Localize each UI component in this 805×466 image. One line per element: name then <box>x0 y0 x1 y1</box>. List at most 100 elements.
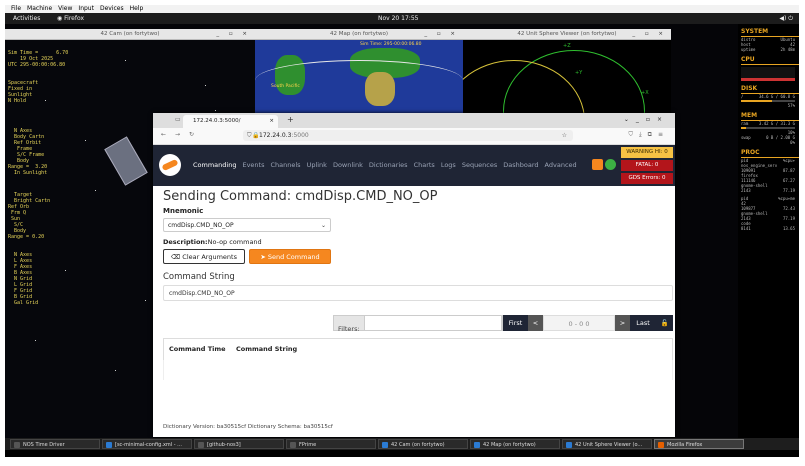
clock[interactable]: Nov 20 17:55 <box>378 13 418 24</box>
taskbar-item[interactable]: [sc-minimal-config.xml - ... <box>102 439 192 449</box>
window-title: 42 Cam (on fortytwo) <box>100 31 160 37</box>
mnemonic-value: cmdDisp.CMD_NO_OP <box>168 222 234 229</box>
browser-tab[interactable]: 172.24.0.3:5000/ × <box>183 115 278 128</box>
taskbar-label: Mozilla Firefox <box>667 442 703 448</box>
nav-events[interactable]: Events <box>242 161 264 169</box>
conky-key: 2143 <box>741 188 751 193</box>
window-controls[interactable]: _ ▫ × <box>216 29 251 39</box>
reload-icon[interactable]: ↻ <box>189 131 194 138</box>
taskbar-label: 42 Cam (on fortytwo) <box>391 442 445 448</box>
vm-menu-machine[interactable]: Machine <box>27 5 52 12</box>
system-tray[interactable]: ◀) ⏻ <box>779 13 793 24</box>
hud-line: UTC 295-00:00:06.80 <box>8 62 66 68</box>
window-controls[interactable]: _ ▫ × <box>424 29 459 39</box>
next-page-button[interactable]: > <box>615 315 630 331</box>
nav-dashboard[interactable]: Dashboard <box>503 161 538 169</box>
conky-value: 2h 48m <box>780 47 795 52</box>
gds-errors-badge: GDS Errors: 0 <box>621 173 673 184</box>
map-pane[interactable]: Sim Time: 295-00:00:06.80 South Pacific <box>255 40 463 118</box>
taskbar-item[interactable]: NOS Time Driver <box>10 439 100 449</box>
send-command-label: Send Command <box>267 253 320 261</box>
nav-charts[interactable]: Charts <box>414 161 435 169</box>
toolbar-icons[interactable]: ⛉⤓⧉≡ <box>629 131 669 139</box>
command-string-field[interactable]: cmdDisp.CMD_NO_OP <box>163 285 673 301</box>
address-bar[interactable]: ⛉ 🔒 172.24.0.3:5000 ☆ <box>243 130 573 141</box>
vm-menu-help[interactable]: Help <box>130 5 144 12</box>
command-buttons: ⌫ Clear Arguments ➤ Send Command <box>163 249 669 264</box>
page-title: Sending Command: cmdDisp.CMD_NO_OP <box>163 189 438 204</box>
warning-hi-badge: WARNING HI: 0 <box>621 147 673 158</box>
nav-advanced[interactable]: Advanced <box>545 161 577 169</box>
window-titlebar-cam[interactable]: 42 Cam (on fortytwo) _ ▫ × <box>5 29 255 40</box>
first-page-button[interactable]: First <box>503 315 528 331</box>
taskbar-item[interactable]: 42 Cam (on fortytwo) <box>378 439 468 449</box>
tab-list-icon[interactable]: ▭ <box>175 116 181 123</box>
forward-icon[interactable]: → <box>175 131 180 138</box>
sphere-pane[interactable]: +Z +Y +X <box>463 40 671 118</box>
window-titlebar-map[interactable]: 42 Map (on fortytwo) _ ▫ × <box>255 29 463 40</box>
vm-menu-input[interactable]: Input <box>78 5 94 12</box>
nav-downlink[interactable]: Downlink <box>333 161 363 169</box>
new-window-icon[interactable] <box>592 159 603 170</box>
taskbar-item[interactable]: 42 Unit Sphere Viewer (o... <box>562 439 652 449</box>
nav-channels[interactable]: Channels <box>270 161 300 169</box>
activities-button[interactable]: Activities <box>13 13 40 24</box>
conky-row: uptime 2h 48m <box>741 47 799 52</box>
cpu-graph <box>741 67 795 81</box>
conky-row: 57% <box>741 103 799 108</box>
hud-toggle[interactable]: Gal Grid <box>8 300 38 306</box>
conky-row: ram 3.42 G / 31.3 G <box>741 121 799 126</box>
clear-arguments-button[interactable]: ⌫ Clear Arguments <box>163 249 245 264</box>
taskbar-label: FPrime <box>299 442 317 448</box>
prev-page-button[interactable]: < <box>528 315 543 331</box>
last-page-button[interactable]: Last <box>630 315 656 331</box>
vm-menu-view[interactable]: View <box>58 5 72 12</box>
taskbar-item[interactable]: [github-nos3] <box>194 439 284 449</box>
terminal-icon <box>14 442 20 448</box>
app-menu[interactable]: ◉ Firefox <box>57 13 84 24</box>
sphere-axis-label: +Z <box>563 43 571 49</box>
command-history-table: Command Time Command String <box>163 338 673 360</box>
filters-input[interactable] <box>364 315 502 331</box>
back-icon[interactable]: ← <box>161 131 166 138</box>
new-tab-icon[interactable]: + <box>287 115 294 124</box>
taskbar-label: NOS Time Driver <box>23 442 65 448</box>
taskbar-label: 42 Unit Sphere Viewer (o... <box>575 442 643 448</box>
taskbar-label: 42 Map (on fortytwo) <box>483 442 536 448</box>
nav-dictionaries[interactable]: Dictionaries <box>369 161 408 169</box>
bookmark-star-icon[interactable]: ☆ <box>562 130 567 141</box>
nav-logs[interactable]: Logs <box>441 161 456 169</box>
conky-key: / <box>741 94 744 99</box>
column-header-command-time[interactable]: Command Time <box>169 345 226 353</box>
taskbar-item[interactable]: FPrime <box>286 439 376 449</box>
window-controls[interactable]: ⌄_▫× <box>624 116 669 123</box>
conky-disk-heading: DISK <box>741 85 799 94</box>
window-controls[interactable]: _ ▫ × <box>632 29 667 39</box>
window-title: 42 Unit Sphere Viewer (on fortytwo) <box>517 31 617 37</box>
fprime-logo <box>159 154 181 176</box>
window-title: 42 Map (on fortytwo) <box>330 31 388 37</box>
conky-key: swap <box>741 135 751 140</box>
send-command-button[interactable]: ➤ Send Command <box>249 249 331 264</box>
vm-menu-devices[interactable]: Devices <box>100 5 124 12</box>
history-toolbar: Filters: First < 0 - 0 0 > Last 🔓 <box>163 315 673 333</box>
conky-panel: SYSTEM distro Ubuntu host 42 uptime 2h 48m … <box>738 24 799 438</box>
unlock-icon[interactable]: 🔓 <box>656 315 673 331</box>
connection-status-icon <box>605 159 616 170</box>
nav-uplink[interactable]: Uplink <box>307 161 327 169</box>
taskbar-item[interactable]: Mozilla Firefox <box>654 439 744 449</box>
nav-toolbar: ← → ↻ ⛉ 🔒 172.24.0.3:5000 ☆ ⛉⤓⧉≡ <box>153 128 675 145</box>
insecure-lock-icon[interactable]: 🔒 <box>252 130 259 141</box>
window-titlebar-sphere[interactable]: 42 Unit Sphere Viewer (on fortytwo) _ ▫ × <box>463 29 671 40</box>
mnemonic-select[interactable]: cmdDisp.CMD_NO_OP ⌄ <box>163 218 331 232</box>
taskbar-item[interactable]: 42 Map (on fortytwo) <box>470 439 560 449</box>
nav-commanding[interactable]: Commanding <box>193 161 236 169</box>
mem-usage-fill <box>741 127 747 129</box>
vm-menu-file[interactable]: File <box>11 5 21 12</box>
conky-key: uptime <box>741 47 756 52</box>
conky-value: 77.19 <box>782 188 795 193</box>
column-header-command-string[interactable]: Command String <box>236 345 297 353</box>
filters-label: Filters: <box>338 325 360 333</box>
close-tab-icon[interactable]: × <box>269 115 274 128</box>
nav-sequences[interactable]: Sequences <box>462 161 497 169</box>
